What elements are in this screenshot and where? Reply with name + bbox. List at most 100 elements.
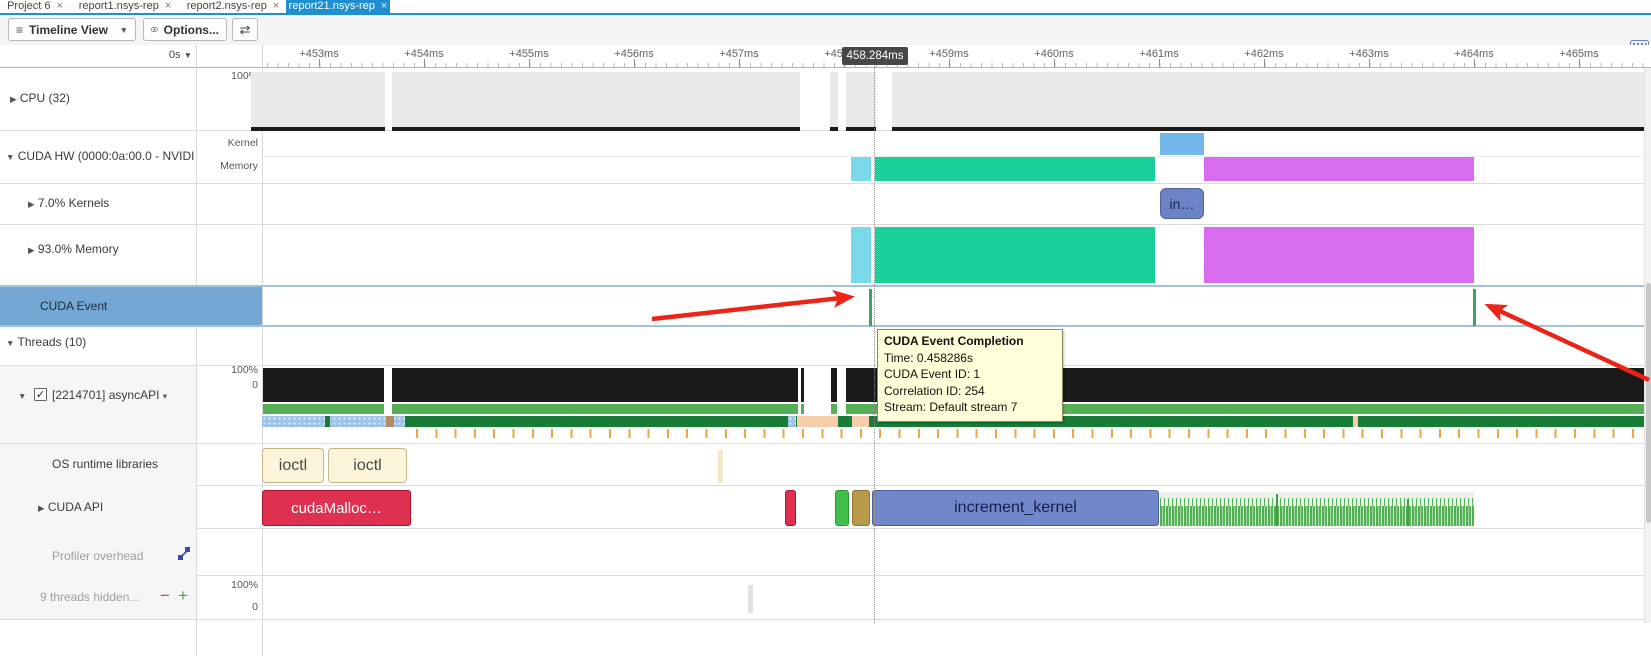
hidden-scale-top: 100% [231,579,258,591]
thread-visibility-checkbox[interactable]: ✓ [34,388,47,401]
tab-label: report1.nsys-rep [78,0,159,12]
caret-down-icon[interactable]: ▼ [18,391,26,401]
cuda-hw-kernel-bar[interactable] [1160,133,1204,155]
cuda-api-bar-tan[interactable] [852,490,870,526]
close-icon[interactable]: × [273,0,279,12]
os-runtime-thin-bar[interactable] [718,450,723,483]
ruler-zero-label[interactable]: 0s ▼ [120,49,192,61]
close-icon[interactable]: × [56,0,62,12]
cuda-hw-memory-bar-magenta[interactable] [1204,157,1474,181]
os-runtime-bar-ioctl[interactable]: ioctl [262,448,324,483]
options-button[interactable]: Options... [143,18,227,41]
thread-cpu-segment[interactable] [831,368,837,402]
ruler-tick-label: +454ms [404,48,444,60]
cpu-scale-top: 100% [231,70,258,82]
cpu-usage-segment[interactable] [892,72,1651,131]
tab-bar: Project 6 × report1.nsys-rep × report2.n… [0,0,1651,13]
cuda-hw-memory-bar-teal[interactable] [875,157,1155,181]
caret-right-icon[interactable]: ▶ [28,245,35,255]
ruler-tick-label: +462ms [1244,48,1284,60]
cuda-event-marker[interactable] [869,289,872,326]
row-divider [0,443,1651,444]
async-scale-top: 100% [231,364,258,376]
cuda-api-bar-green[interactable] [835,490,849,526]
thread-state-wait-segment [852,416,869,427]
thread-cpu-segment[interactable] [392,368,798,402]
cuda-api-spike [1276,494,1278,526]
cuda-api-bar-red[interactable] [785,490,796,526]
thread-state-green-segment [831,404,837,414]
hide-thread-button[interactable]: − [160,586,170,606]
panel-timeline-divider[interactable] [262,45,263,656]
thread-state-green-segment [392,404,798,414]
ruler-tick-label: +459ms [929,48,969,60]
cuda-event-marker[interactable] [1473,289,1476,326]
profiler-expand-icon[interactable] [178,547,191,560]
cuda-api-bar-increment-kernel[interactable]: increment_kernel [872,490,1159,526]
tab-label: report21.nsys-rep [288,0,375,12]
cuda-hw-memory-bar-cyan[interactable] [851,157,871,181]
row-cuda-api[interactable]: ▶ CUDA API [38,500,103,514]
tab-report2[interactable]: report2.nsys-rep × [180,0,286,13]
kernel-increment-bar[interactable]: in… [1160,188,1204,219]
thread-state-running-mark [325,416,330,427]
view-selector-dropdown[interactable]: ≡ Timeline View ▼ [8,18,136,41]
ruler-tick-label: +457ms [719,48,759,60]
show-thread-button[interactable]: + [178,586,188,606]
row-cuda-hw[interactable]: ▼ CUDA HW (0000:0a:00.0 - NVIDIA [6,149,194,163]
cpu-usage-segment[interactable] [392,72,800,131]
caret-right-icon[interactable]: ▶ [28,199,35,209]
swap-rows-button[interactable]: ⇄ [232,18,258,41]
close-icon[interactable]: × [165,0,171,12]
tab-project6[interactable]: Project 6 × [2,0,68,13]
thread-state-wait-segment [1353,416,1358,427]
tooltip-line: CUDA Event ID: 1 [884,367,981,381]
row-profiler-overhead[interactable]: Profiler overhead [52,549,143,563]
chevron-down-icon: ▼ [183,50,192,60]
tab-label: Project 6 [7,0,51,12]
row-memory[interactable]: ▶ 93.0% Memory [28,242,119,256]
caret-right-icon[interactable]: ▶ [10,94,17,104]
tab-report21-active[interactable]: report21.nsys-rep × [286,0,390,13]
cuda-api-dense-bars [1160,506,1474,526]
thread-state-green-segment [801,404,804,414]
cpu-usage-segment[interactable] [251,72,385,131]
ruler-tick-label: +465ms [1559,48,1599,60]
thread-cpu-segment[interactable] [801,368,804,402]
thread-state-green-segment [263,404,384,414]
timeline-ruler[interactable]: 0s ▼ +453ms +454ms +455ms +456ms +457ms … [0,45,1651,68]
thread-state-blocked-segment[interactable] [262,416,405,427]
row-threads[interactable]: ▼ Threads (10) [6,335,86,349]
scrollbar-thumb[interactable] [1646,283,1651,523]
cpu-usage-segment[interactable] [846,72,876,131]
memory-bar-teal[interactable] [875,227,1155,283]
caret-down-icon[interactable]: ▼ [6,338,14,348]
cuda-hw-memory-label: Memory [220,160,258,172]
memory-bar-magenta[interactable] [1204,227,1474,283]
time-marker-label: 458.284ms [842,47,908,65]
row-kernels[interactable]: ▶ 7.0% Kernels [28,196,109,210]
row-os-runtime[interactable]: OS runtime libraries [52,457,158,471]
cuda-api-bar-cudamalloc[interactable]: cudaMalloc… [262,490,411,526]
row-divider [0,619,1651,620]
async-thread-label[interactable]: [2214701] asyncAPI ▾ [52,388,167,402]
panel-divider[interactable] [196,45,197,656]
vertical-scrollbar[interactable] [1644,68,1651,623]
close-icon[interactable]: × [381,0,387,12]
os-runtime-bar-ioctl[interactable]: ioctl [328,448,407,483]
row-async-thread[interactable]: ▼ [18,388,26,402]
async-scale-bottom: 0 [252,379,258,391]
arrow-to-first-event [651,289,855,322]
caret-right-icon[interactable]: ▶ [38,503,45,513]
memory-bar-cyan[interactable] [851,227,871,283]
cuda-event-tooltip: CUDA Event Completion Time: 0.458286s CU… [877,329,1063,422]
chevron-down-icon[interactable]: ▾ [163,391,167,401]
cuda-api-spike [1407,499,1409,526]
row-cpu[interactable]: ▶ CPU (32) [10,91,70,105]
cpu-usage-segment[interactable] [830,72,838,131]
caret-down-icon[interactable]: ▼ [6,152,14,162]
nsight-systems-window: Project 6 × report1.nsys-rep × report2.n… [0,0,1651,656]
thread-cpu-segment[interactable] [263,368,384,402]
tab-report1[interactable]: report1.nsys-rep × [72,0,178,13]
tooltip-line: Time: 0.458286s [884,350,973,365]
